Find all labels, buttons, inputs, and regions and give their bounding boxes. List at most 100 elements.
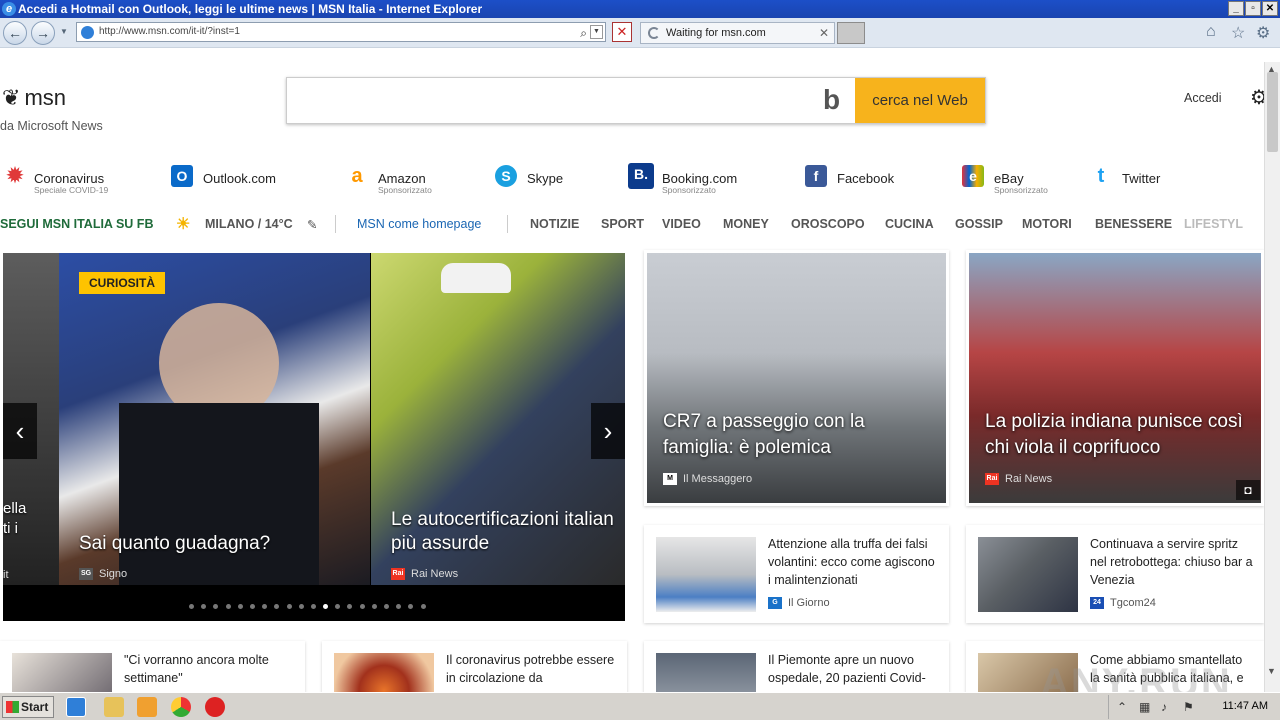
twitter-icon: t [1097, 165, 1105, 187]
quicklink-label: Amazon [378, 171, 426, 186]
page-scrollbar[interactable]: ▲ ▼ [1264, 62, 1280, 692]
tab-close-icon[interactable]: ✕ [819, 23, 829, 43]
stop-button[interactable]: ✕ [612, 22, 632, 42]
category-badge: CURIOSITÀ [79, 272, 165, 294]
quicklink-skype[interactable]: S Skype [495, 161, 605, 195]
nav-oroscopo[interactable]: OROSCOPO [791, 217, 865, 231]
tools-gear-icon[interactable]: ⚙ [1256, 23, 1270, 43]
ie-logo-icon: e [2, 2, 16, 16]
minimize-button[interactable]: _ [1228, 1, 1244, 16]
carousel-dot[interactable] [371, 604, 377, 609]
start-button[interactable]: Start [2, 696, 54, 718]
tab-label: Waiting for msn.com [666, 27, 766, 39]
address-bar[interactable]: http://www.msn.com/it-it/?inst=1 ⌕ ▼ [76, 22, 606, 42]
scroll-down-icon[interactable]: ▼ [1267, 666, 1276, 676]
quicklink-booking[interactable]: B. Booking.com Sponsorizzato [628, 161, 768, 195]
nav-video[interactable]: VIDEO [662, 217, 701, 231]
nav-gossip[interactable]: GOSSIP [955, 217, 1003, 231]
quicklink-outlook[interactable]: O Outlook.com [171, 161, 311, 195]
address-dropdown-icon[interactable]: ▼ [590, 25, 603, 39]
window-titlebar: e Accedi a Hotmail con Outlook, leggi le… [0, 0, 1280, 18]
nav-cucina[interactable]: CUCINA [885, 217, 934, 231]
clock[interactable]: 11:47 AM [1222, 700, 1268, 712]
carousel-dot[interactable] [323, 604, 329, 609]
carousel-dot[interactable] [286, 604, 292, 609]
carousel-dot[interactable] [201, 604, 207, 609]
signin-link[interactable]: Accedi [1184, 91, 1222, 105]
carousel-dot[interactable] [408, 604, 414, 609]
nav-lifestyle[interactable]: LIFESTYL [1184, 217, 1243, 231]
news-card-small[interactable]: "Ci vorranno ancora molte settimane" [0, 641, 305, 692]
tray-expand-icon[interactable]: ⌃ [1117, 700, 1127, 714]
hero-main-source: SG Signo [79, 568, 128, 581]
nav-notizie[interactable]: NOTIZIE [530, 217, 579, 231]
weather-location[interactable]: MILANO / 14°C [205, 217, 293, 231]
search-icon[interactable]: ⌕ [580, 24, 587, 42]
news-card-small[interactable]: Il coronavirus potrebbe essere in circol… [322, 641, 627, 692]
search-button[interactable]: cerca nel Web [855, 78, 985, 123]
homepage-link[interactable]: MSN come homepage [357, 217, 481, 231]
carousel-next-arrow[interactable]: › [591, 403, 625, 459]
forward-button[interactable]: → [31, 21, 55, 45]
news-card-small[interactable]: Il Piemonte apre un nuovo ospedale, 20 p… [644, 641, 949, 692]
carousel-dot[interactable] [347, 604, 353, 609]
carousel-dot[interactable] [384, 604, 389, 609]
browser-tab[interactable]: Waiting for msn.com ✕ [640, 22, 835, 44]
follow-fb-link[interactable]: SEGUI MSN ITALIA SU FB [0, 217, 153, 231]
carousel-dot[interactable] [274, 604, 280, 609]
new-tab-button[interactable] [837, 22, 865, 44]
taskbar-security-icon[interactable] [205, 697, 225, 717]
nav-motori[interactable]: MOTORI [1022, 217, 1072, 231]
scrollbar-thumb[interactable] [1267, 72, 1278, 152]
close-window-button[interactable]: ✕ [1262, 1, 1278, 16]
news-card-small[interactable]: Continuava a servire spritz nel retrobot… [966, 525, 1264, 623]
news-card-big[interactable]: La polizia indiana punisce così chi viol… [966, 250, 1264, 506]
taskbar-media-icon[interactable] [137, 697, 157, 717]
taskbar-chrome-icon[interactable] [171, 697, 191, 717]
quicklink-amazon[interactable]: a Amazon Sponsorizzato [346, 161, 476, 195]
carousel-prev-arrow[interactable]: ‹ [3, 403, 37, 459]
back-button[interactable]: ← [3, 21, 27, 45]
nav-sport[interactable]: SPORT [601, 217, 644, 231]
carousel-dot[interactable] [298, 604, 304, 609]
news-card-small[interactable]: Attenzione alla truffa dei falsi volanti… [644, 525, 949, 623]
tray-flag-icon[interactable]: ⚑ [1183, 700, 1194, 714]
quicklink-ebay[interactable]: e eBay Sponsorizzato [962, 161, 1082, 195]
taskbar-explorer-icon[interactable] [104, 697, 124, 717]
quicklink-coronavirus[interactable]: ✹ Coronavirus Speciale COVID-19 [4, 161, 144, 195]
nav-benessere[interactable]: BENESSERE [1095, 217, 1172, 231]
carousel-dot[interactable] [262, 604, 268, 609]
home-icon[interactable]: ⌂ [1206, 23, 1216, 41]
msn-logo[interactable]: ❦ msn [2, 85, 66, 111]
hero-second-slide[interactable]: Le autocertificazioni italian più assurd… [371, 253, 625, 585]
quicklink-label: Twitter [1122, 171, 1161, 186]
carousel-dot[interactable] [396, 604, 402, 609]
news-card-big[interactable]: CR7 a passeggio con la famiglia: è polem… [644, 250, 949, 506]
carousel-dot[interactable] [310, 604, 316, 609]
carousel-dot[interactable] [237, 604, 243, 609]
carousel-dot[interactable] [213, 604, 219, 609]
loading-spinner-icon [648, 27, 660, 39]
settings-gear-icon[interactable]: ⚙ [1250, 85, 1264, 110]
hero-image-suit [119, 403, 319, 585]
carousel-dot[interactable] [359, 604, 365, 609]
favorites-star-icon[interactable]: ☆ [1231, 23, 1245, 43]
news-source: 24 Tgcom24 [1090, 597, 1156, 610]
restore-button[interactable]: ▫ [1245, 1, 1261, 16]
hero-main-slide[interactable]: CURIOSITÀ Sai quanto guadagna? SG Signo [59, 253, 370, 585]
history-dropdown-icon[interactable]: ▼ [60, 27, 68, 36]
carousel-dot[interactable] [420, 604, 426, 609]
tray-network-icon[interactable]: ▦ [1139, 700, 1150, 714]
edit-pencil-icon[interactable]: ✎ [307, 217, 317, 232]
quicklink-twitter[interactable]: t Twitter [1090, 161, 1210, 195]
carousel-dot[interactable] [189, 604, 194, 609]
search-input[interactable] [295, 86, 815, 116]
carousel-dot[interactable] [225, 604, 231, 609]
carousel-dot[interactable] [335, 604, 341, 609]
tray-volume-icon[interactable]: ♪ [1161, 700, 1167, 714]
taskbar-ie-icon[interactable] [66, 697, 86, 717]
nav-money[interactable]: MONEY [723, 217, 769, 231]
carousel-dot[interactable] [249, 604, 255, 609]
quicklink-facebook[interactable]: f Facebook [805, 161, 925, 195]
search-box: b cerca nel Web [286, 77, 986, 124]
